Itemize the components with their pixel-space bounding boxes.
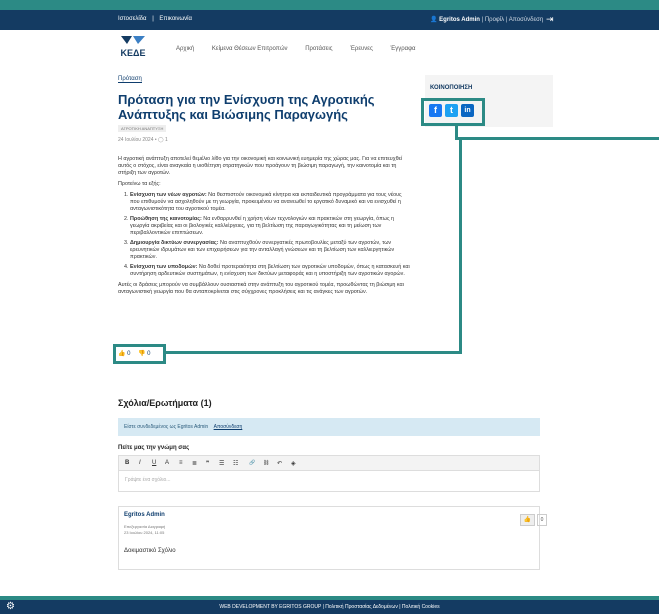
user-name[interactable]: Egritos Admin	[439, 17, 480, 23]
article-closing: Αυτές οι δράσεις μπορούν να συμβάλλουν ο…	[118, 282, 404, 295]
comment-like-count: 0	[537, 514, 547, 526]
bold-button[interactable]: B	[125, 460, 129, 466]
article-intro: Η αγροτική ανάπτυξη αποτελεί θεμέλιο λίθ…	[118, 156, 403, 176]
home-link[interactable]: Ιστοσελίδα	[118, 16, 147, 22]
like-button[interactable]: 👍 0	[118, 350, 131, 357]
comments-logout-link[interactable]: Αποσύνδεση	[214, 424, 243, 430]
dislike-count: 0	[147, 351, 151, 357]
facebook-icon[interactable]: f	[429, 104, 442, 117]
accessibility-icon[interactable]: ⚙	[6, 601, 18, 613]
article-body: Η αγροτική ανάπτυξη αποτελεί θεμέλιο λίθ…	[118, 156, 410, 300]
dislike-button[interactable]: 👎 0	[138, 350, 151, 357]
article-tag[interactable]: ΑΓΡΟΤΙΚΗ ΑΝΑΠΤΥΞΗ	[118, 125, 167, 132]
user-icon: 👤	[430, 17, 438, 23]
quote-button[interactable]: ❞	[206, 460, 209, 467]
article-category[interactable]: Πρόταση	[118, 76, 142, 83]
article-comment-count: 1	[165, 137, 168, 143]
login-status-text: Είστε συνδεδεμένος ως Egritos Admin	[124, 424, 209, 430]
login-status: Είστε συνδεδεμένος ως Egritos Admin Αποσ…	[118, 418, 540, 436]
nav-item-documents[interactable]: Έγγραφα	[391, 46, 416, 52]
twitter-icon[interactable]: t	[445, 104, 458, 117]
bullet-list-button[interactable]: ☰	[219, 460, 224, 467]
user-menu: 👤 Egritos Admin | Προφίλ | Αποσύνδεση	[430, 17, 544, 23]
connector-line	[459, 137, 462, 353]
logout-icon[interactable]: ⇥	[546, 14, 554, 25]
site-header: ΚΕΔΕ Αρχική Κείμενα Θέσεων Επιτροπών Προ…	[0, 30, 659, 66]
connector-line	[484, 137, 659, 140]
site-footer: WEB DEVELOPMENT BY EGRITOS GROUP | Πολιτ…	[0, 600, 659, 614]
comment-like-button[interactable]: 👍	[520, 514, 535, 526]
editor-toolbar: B I U A ≡ ≣ ❞ ☰ ☷ 🔗 ⛓ ↶ ◈	[118, 455, 540, 471]
article-date: 24 Ιουλίου 2024	[118, 137, 154, 143]
comment-text: Δοκιμαστικό Σχόλιο	[124, 548, 176, 554]
numbered-list-button[interactable]: ☷	[233, 460, 238, 467]
align-left-button[interactable]: ≡	[179, 460, 183, 466]
main-nav: Αρχική Κείμενα Θέσεων Επιτροπών Προτάσει…	[176, 46, 431, 52]
underline-button[interactable]: U	[152, 460, 156, 466]
share-title: ΚΟΙΝΟΠΟΙΗΣΗ	[430, 85, 473, 91]
clear-format-icon[interactable]: ◈	[291, 460, 296, 467]
font-color-button[interactable]: A	[165, 460, 169, 466]
connector-line	[455, 126, 458, 140]
proposals-heading: Προτείνω τα εξής:	[118, 181, 161, 187]
italic-button[interactable]: I	[139, 460, 141, 466]
comment-input[interactable]: Γράψτε ένα σχόλιο...	[118, 471, 540, 492]
unlink-icon[interactable]: ⛓	[263, 460, 269, 466]
list-item: Προώθηση της καινοτομίας: Να ενθαρρυνθεί…	[130, 216, 410, 237]
top-bar: Ιστοσελίδα | Επικοινωνία 👤 Egritos Admin…	[0, 10, 659, 30]
list-item: Ενίσχυση των υποδομών: Να δοθεί προτεραι…	[130, 264, 410, 278]
logo[interactable]: ΚΕΔΕ	[118, 32, 148, 62]
thumbs-up-icon: 👍	[118, 351, 126, 357]
top-links: Ιστοσελίδα | Επικοινωνία	[118, 16, 192, 22]
list-item: Ενίσχυση των νέων αγροτών: Να θεσπιστούν…	[130, 192, 410, 213]
nav-item-surveys[interactable]: Έρευνες	[350, 46, 373, 52]
comment-actions[interactable]: Επεξεργασία Διαγραφή	[124, 524, 165, 529]
logo-text: ΚΕΔΕ	[121, 48, 146, 58]
comment-icon: ◯	[158, 137, 164, 143]
article-meta: 24 Ιουλίου 2024 • ◯ 1	[118, 137, 168, 143]
like-count: 0	[127, 351, 131, 357]
comment-item	[118, 506, 540, 570]
connector-line	[166, 351, 462, 354]
page: Ιστοσελίδα | Επικοινωνία 👤 Egritos Admin…	[0, 0, 659, 614]
nav-item-committee-texts[interactable]: Κείμενα Θέσεων Επιτροπών	[212, 46, 288, 52]
comments-title: Σχόλια/Ερωτήματα (1)	[118, 398, 212, 408]
nav-item-home[interactable]: Αρχική	[176, 46, 194, 52]
comment-prompt: Πείτε μας την γνώμη σας	[118, 445, 190, 451]
list-item: Δημιουργία δικτύων συνεργασίας: Να αναπτ…	[130, 240, 410, 261]
proposals-list: Ενίσχυση των νέων αγροτών: Να θεσπιστούν…	[118, 192, 410, 278]
article-title: Πρόταση για την Ενίσχυση της Αγροτικής Α…	[118, 92, 375, 122]
thumbs-down-icon: 👎	[138, 351, 146, 357]
profile-link[interactable]: Προφίλ	[485, 17, 504, 23]
comment-date: 23 Ιουλίου 2024, 11:05	[124, 530, 165, 535]
undo-icon[interactable]: ↶	[277, 460, 282, 467]
align-justify-button[interactable]: ≣	[192, 460, 197, 467]
nav-item-proposals[interactable]: Προτάσεις	[305, 46, 332, 52]
comment-author[interactable]: Egritos Admin	[124, 512, 165, 518]
link-icon[interactable]: 🔗	[249, 460, 255, 466]
contact-link[interactable]: Επικοινωνία	[159, 16, 192, 22]
thumbs-up-icon: 👍	[523, 517, 532, 523]
logout-link[interactable]: Αποσύνδεση	[509, 17, 543, 23]
linkedin-icon[interactable]: in	[461, 104, 474, 117]
